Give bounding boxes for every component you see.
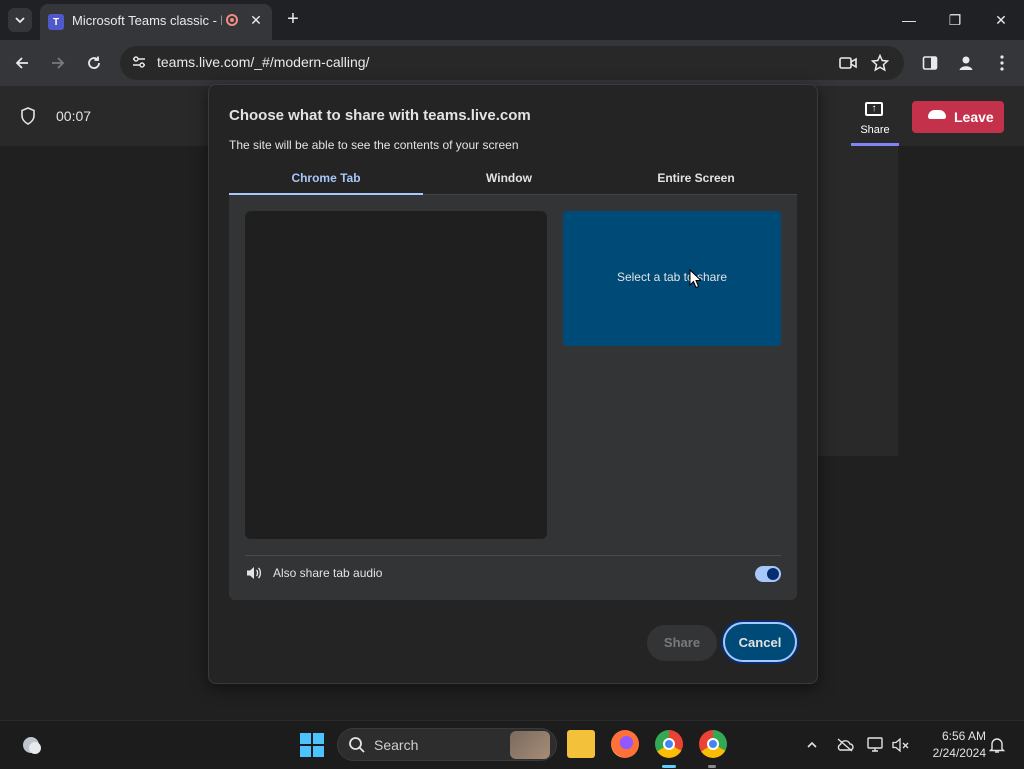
- tab-list-placeholder: Select a tab to share: [616, 270, 728, 284]
- back-arrow-icon: [15, 57, 28, 69]
- mouse-cursor-icon: [689, 268, 703, 289]
- browser-toolbar: teams.live.com/_#/modern-calling/: [0, 40, 1024, 86]
- hang-up-icon: [928, 110, 946, 119]
- minimize-button[interactable]: —: [893, 6, 925, 34]
- dialog-subtitle: The site will be able to see the content…: [229, 138, 519, 152]
- notification-bell-icon[interactable]: [987, 735, 1007, 755]
- back-button[interactable]: [9, 50, 35, 76]
- leave-button[interactable]: Leave: [912, 101, 1004, 133]
- tab-chrome-tab[interactable]: Chrome Tab: [229, 171, 423, 185]
- more-menu-icon[interactable]: [991, 52, 1013, 74]
- browser-tab[interactable]: T Microsoft Teams classic - lo ✕: [40, 4, 272, 40]
- url-text: teams.live.com/_#/modern-calling/: [157, 54, 370, 70]
- tab-window[interactable]: Window: [423, 171, 595, 185]
- share-screen-icon: ↑: [865, 102, 883, 116]
- teams-favicon-icon: T: [48, 14, 64, 30]
- tab-list-item[interactable]: Select a tab to share: [563, 211, 781, 346]
- restore-button[interactable]: ❐: [939, 6, 971, 34]
- tab-entire-screen[interactable]: Entire Screen: [595, 171, 797, 185]
- reload-button[interactable]: [81, 50, 107, 76]
- tab-close-button[interactable]: ✕: [246, 10, 266, 30]
- search-icon: [348, 736, 366, 754]
- profile-icon[interactable]: [955, 52, 977, 74]
- speaker-icon: [245, 564, 263, 582]
- browser-titlebar: T Microsoft Teams classic - lo ✕ + — ❐ ✕: [0, 0, 1024, 40]
- chrome-icon[interactable]: [655, 730, 683, 758]
- weather-widget-icon[interactable]: [20, 733, 44, 757]
- teams-side-panel: [818, 146, 898, 456]
- chrome-canary-icon[interactable]: [699, 730, 727, 758]
- audio-divider: [245, 555, 781, 556]
- cancel-button[interactable]: Cancel: [723, 622, 797, 662]
- share-screen-dialog: Choose what to share with teams.live.com…: [208, 84, 818, 684]
- volume-muted-icon[interactable]: [891, 735, 911, 755]
- chevron-down-icon: [15, 17, 25, 24]
- call-timer: 00:07: [56, 108, 92, 124]
- reload-icon: [88, 56, 100, 69]
- audio-share-label: Also share tab audio: [273, 566, 383, 580]
- bookmark-star-icon[interactable]: [870, 53, 890, 72]
- share-button[interactable]: ↑ Share: [851, 86, 899, 146]
- share-source-panel: Select a tab to share Also share tab aud…: [229, 195, 797, 600]
- search-highlight-image: [510, 731, 550, 759]
- file-explorer-icon[interactable]: [567, 730, 595, 758]
- tab-title: Microsoft Teams classic - lo: [72, 13, 222, 28]
- new-tab-button[interactable]: +: [282, 8, 304, 30]
- forward-arrow-icon: [52, 57, 65, 69]
- search-label: Search: [374, 737, 419, 753]
- side-panel-icon[interactable]: [919, 52, 941, 74]
- clock-date[interactable]: 2/24/2024: [916, 746, 986, 760]
- dialog-title: Choose what to share with teams.live.com: [229, 107, 531, 124]
- forward-button[interactable]: [45, 50, 71, 76]
- start-windows-icon[interactable]: [300, 733, 324, 757]
- address-bar[interactable]: teams.live.com/_#/modern-calling/: [120, 46, 904, 80]
- firefox-icon[interactable]: [611, 730, 639, 758]
- camera-icon[interactable]: [839, 54, 857, 72]
- share-confirm-button[interactable]: Share: [647, 625, 717, 661]
- leave-label: Leave: [954, 109, 994, 125]
- shield-icon: [18, 106, 38, 126]
- tab-search-button[interactable]: [8, 8, 32, 32]
- cloud-sync-icon[interactable]: [835, 735, 855, 755]
- close-window-button[interactable]: ✕: [985, 6, 1017, 34]
- audio-share-toggle[interactable]: [755, 566, 781, 582]
- site-info-icon[interactable]: [130, 54, 148, 72]
- clock-time[interactable]: 6:56 AM: [926, 729, 986, 743]
- record-icon: [226, 14, 238, 26]
- share-label: Share: [860, 124, 890, 136]
- chevron-up-icon[interactable]: [802, 735, 822, 755]
- taskbar-search[interactable]: Search: [337, 728, 557, 761]
- windows-taskbar: Search 6:56 AM 2/24/2024: [0, 720, 1024, 769]
- network-icon[interactable]: [866, 735, 886, 755]
- tab-preview: [245, 211, 547, 539]
